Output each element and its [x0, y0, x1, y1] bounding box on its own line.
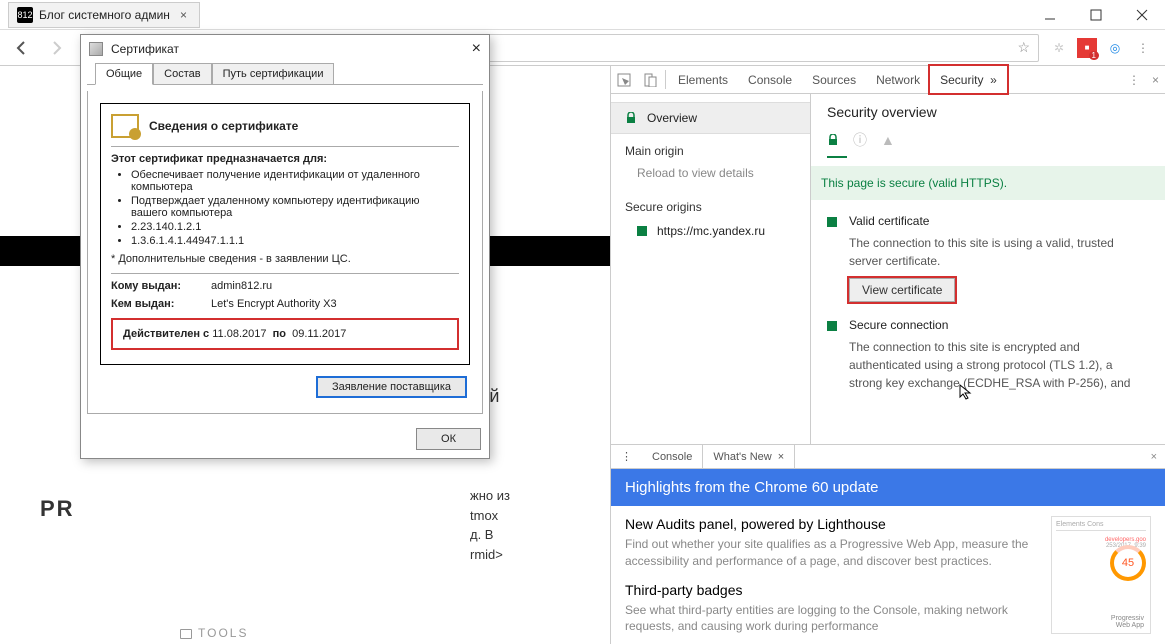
issued-to-label: Кому выдан: — [111, 280, 211, 292]
badges-desc: See what third-party entities are loggin… — [625, 602, 1041, 636]
certificate-dialog: Сертификат × Общие Состав Путь сертифика… — [80, 34, 490, 459]
browser-tab[interactable]: 812 Блог системного админ × — [8, 2, 200, 28]
list-item: 1.3.6.1.4.1.44947.1.1.1 — [131, 235, 459, 247]
score-donut-icon: 45 — [1110, 545, 1146, 581]
tab-elements[interactable]: Elements — [668, 66, 738, 93]
audits-desc: Find out whether your site qualifies as … — [625, 536, 1041, 570]
extension-badge: 1 — [1089, 51, 1099, 60]
info-icon: ⓘ — [853, 130, 867, 150]
devtools-panel: Elements Console Sources Network Securit… — [610, 66, 1165, 644]
whatsnew-highlights: Highlights from the Chrome 60 update — [611, 469, 1165, 506]
list-item: 2.23.140.1.2.1 — [131, 221, 459, 233]
devtools-drawer: ⋮ Console What's New × × Highlights from… — [611, 444, 1165, 644]
drawer-close-icon[interactable]: × — [1143, 445, 1165, 468]
devtools-menu-icon[interactable]: ⋮ — [1122, 66, 1146, 93]
minimize-icon[interactable] — [1027, 0, 1073, 30]
devtools-tabs: Elements Console Sources Network Securit… — [611, 66, 1165, 94]
tab-sources[interactable]: Sources — [802, 66, 866, 93]
secure-banner: This page is secure (valid HTTPS). — [811, 166, 1165, 200]
close-icon[interactable]: × — [778, 451, 784, 463]
cert-purpose-label: Этот сертификат предназначается для: — [111, 153, 459, 165]
lock-icon — [827, 134, 839, 146]
favicon-icon: 812 — [17, 7, 33, 23]
secure-square-icon — [827, 217, 837, 227]
sidebar-reload-hint: Reload to view details — [611, 162, 810, 190]
tab-security[interactable]: Security » — [930, 66, 1007, 93]
secure-connection-desc: The connection to this site is encrypted… — [849, 338, 1149, 392]
maximize-icon[interactable] — [1073, 0, 1119, 30]
lock-icon — [625, 112, 637, 124]
sidebar-secure-origins-header: Secure origins — [611, 190, 810, 218]
view-certificate-button[interactable]: View certificate — [849, 278, 955, 302]
certificate-title: Сертификат — [111, 42, 464, 56]
validity-highlight: Действителен с 11.08.2017 по 09.11.2017 — [111, 318, 459, 350]
issued-by-label: Кем выдан: — [111, 298, 211, 310]
cert-tab-general[interactable]: Общие — [95, 63, 153, 85]
tools-label[interactable]: TOOLS — [180, 626, 248, 640]
sidebar-origin-item[interactable]: https://mc.yandex.ru — [611, 218, 810, 244]
secure-square-icon — [637, 226, 647, 236]
security-main: Security overview ⓘ ▲ This page is secur… — [811, 94, 1165, 444]
secure-square-icon — [827, 321, 837, 331]
back-icon[interactable] — [8, 34, 36, 62]
list-item: Подтверждает удаленному компьютеру идент… — [131, 195, 459, 219]
page-body-fragment: жно из tmox д. В rmid> — [470, 486, 600, 564]
certificate-tabs: Общие Состав Путь сертификации — [87, 63, 483, 85]
security-sidebar: Overview Main origin Reload to view deta… — [611, 94, 811, 444]
drawer-menu-icon[interactable]: ⋮ — [611, 445, 642, 468]
tab-title: Блог системного админ — [39, 8, 170, 22]
forward-icon[interactable] — [42, 34, 70, 62]
list-item: Обеспечивает получение идентификации от … — [131, 169, 459, 193]
extension-red-icon[interactable]: ■ 1 — [1077, 38, 1097, 58]
extension-paw-icon[interactable]: ✲ — [1049, 38, 1069, 58]
device-icon[interactable] — [637, 66, 663, 93]
certificate-window-icon — [89, 42, 103, 56]
sidebar-overview[interactable]: Overview — [611, 102, 810, 134]
cert-tab-path[interactable]: Путь сертификации — [212, 63, 335, 85]
badges-title: Third-party badges — [625, 582, 1041, 598]
security-overview-title: Security overview — [827, 104, 1149, 120]
issued-to-value: admin812.ru — [211, 280, 459, 292]
close-tab-icon[interactable]: × — [176, 8, 191, 22]
bookmark-icon[interactable]: ☆ — [1017, 39, 1030, 56]
whatsnew-thumbnail: Elements Cons developers.goo 253/2017, 9… — [1051, 516, 1151, 634]
folder-icon — [180, 629, 192, 639]
drawer-tab-console[interactable]: Console — [642, 445, 702, 468]
issued-by-value: Let's Encrypt Authority X3 — [211, 298, 459, 310]
extension-blue-icon[interactable]: ◎ — [1105, 38, 1125, 58]
audits-title: New Audits panel, powered by Lighthouse — [625, 516, 1041, 532]
tab-network[interactable]: Network — [866, 66, 930, 93]
sidebar-main-origin-header: Main origin — [611, 134, 810, 162]
devtools-close-icon[interactable]: × — [1146, 66, 1165, 93]
cert-tab-details[interactable]: Состав — [153, 63, 211, 85]
cursor-icon — [959, 384, 975, 400]
pr-logo: PR — [40, 496, 75, 522]
valid-certificate-desc: The connection to this site is using a v… — [849, 234, 1149, 270]
cert-extra-note: * Дополнительные сведения - в заявлении … — [111, 253, 459, 265]
close-icon[interactable]: × — [472, 40, 481, 58]
certificate-header: Сведения о сертификате — [149, 119, 298, 133]
menu-icon[interactable]: ⋮ — [1133, 38, 1153, 58]
cert-purpose-list: Обеспечивает получение идентификации от … — [131, 169, 459, 247]
close-window-icon[interactable] — [1119, 0, 1165, 30]
tab-console[interactable]: Console — [738, 66, 802, 93]
issuer-statement-button[interactable]: Заявление поставщика — [317, 377, 466, 397]
secure-connection-title: Secure connection — [849, 318, 1149, 332]
window-titlebar: 812 Блог системного админ × — [0, 0, 1165, 30]
ok-button[interactable]: ОК — [416, 428, 481, 450]
certificate-icon — [111, 114, 139, 138]
drawer-tab-whatsnew[interactable]: What's New × — [702, 444, 795, 468]
valid-certificate-title: Valid certificate — [849, 214, 1149, 228]
inspect-icon[interactable] — [611, 66, 637, 93]
warning-icon: ▲ — [881, 132, 895, 148]
